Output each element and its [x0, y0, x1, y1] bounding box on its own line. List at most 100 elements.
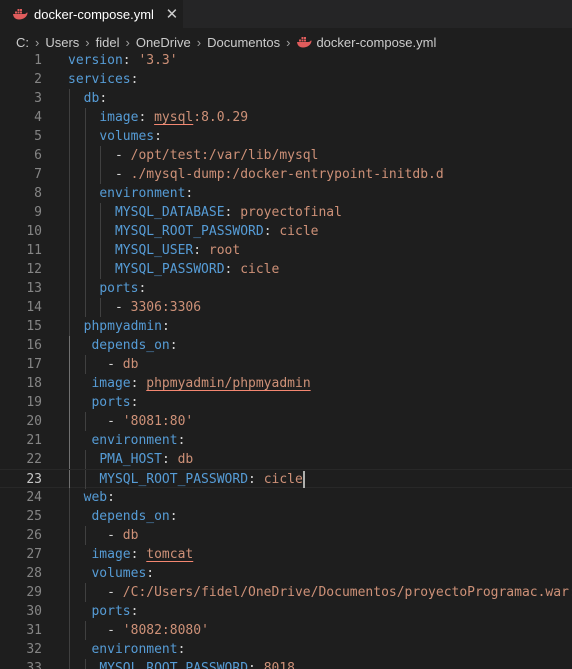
- code-punctuation: :: [130, 547, 147, 562]
- code-line[interactable]: 19 ports:: [0, 393, 572, 412]
- code-text: ports:: [68, 602, 138, 621]
- code-punctuation: -: [68, 623, 123, 638]
- code-line[interactable]: 10 MYSQL_ROOT_PASSWORD: cicle: [0, 222, 572, 241]
- line-number: 1: [34, 53, 42, 68]
- code-line[interactable]: 31 - '8082:8080': [0, 621, 572, 640]
- yaml-key: depends_on: [91, 509, 170, 524]
- line-number: 9: [34, 205, 42, 220]
- tab-title: docker-compose.yml: [34, 6, 154, 22]
- indent-guide: [100, 146, 102, 165]
- code-line[interactable]: 29 - /C:/Users/fidel/OneDrive/Documentos…: [0, 583, 572, 602]
- code-text: image: mysql:8.0.29: [68, 108, 248, 127]
- code-line[interactable]: 1 version: '3.3': [0, 51, 572, 70]
- code-line[interactable]: 6 - /opt/test:/var/lib/mysql: [0, 146, 572, 165]
- code-punctuation: [68, 338, 91, 353]
- text-cursor: [302, 471, 305, 488]
- code-text: ports:: [68, 279, 146, 298]
- line-number: 17: [26, 357, 42, 372]
- code-line[interactable]: 33 MYSQL_ROOT_PASSWORD: 8018: [0, 659, 572, 669]
- indent-guide: [84, 165, 86, 184]
- code-punctuation: [68, 395, 91, 410]
- code-line[interactable]: 23 MYSQL_ROOT_PASSWORD: cicle: [0, 469, 572, 489]
- code-line[interactable]: 12 MYSQL_PASSWORD: cicle: [0, 260, 572, 279]
- yaml-value: '3.3': [138, 53, 178, 68]
- breadcrumb-segment[interactable]: OneDrive: [136, 35, 191, 50]
- breadcrumb: C: › Users › fidel › OneDrive › Documentos › dock…: [0, 31, 572, 53]
- code-text: environment:: [68, 431, 185, 450]
- indent-guide: [84, 355, 86, 374]
- line-number: 26: [26, 528, 42, 543]
- code-line[interactable]: 4 image: mysql:8.0.29: [0, 108, 572, 127]
- code-line[interactable]: 2 services:: [0, 70, 572, 89]
- code-punctuation: :: [138, 110, 155, 125]
- code-punctuation: [68, 604, 91, 619]
- code-line[interactable]: 16 depends_on:: [0, 336, 572, 355]
- code-editor[interactable]: 1 version: '3.3' 2 services: 3 db: 4 image: m…: [0, 51, 572, 669]
- code-line[interactable]: 20 - '8081:80': [0, 412, 572, 431]
- code-line[interactable]: 17 - db: [0, 355, 572, 374]
- code-punctuation: :: [177, 642, 186, 657]
- line-number: 20: [26, 414, 42, 429]
- line-number: 31: [26, 623, 42, 638]
- code-line[interactable]: 26 - db: [0, 526, 572, 545]
- yaml-key: version: [68, 53, 123, 68]
- line-number: 19: [26, 395, 42, 410]
- code-line[interactable]: 27 image: tomcat: [0, 545, 572, 564]
- line-number: 32: [26, 642, 42, 657]
- indent-guide: [69, 317, 70, 336]
- indent-guide: [84, 260, 86, 279]
- indent-guide: [69, 412, 70, 431]
- code-line[interactable]: 15 phpmyadmin:: [0, 317, 572, 336]
- code-line[interactable]: 22 PMA_HOST: db: [0, 450, 572, 469]
- line-number: 21: [26, 433, 42, 448]
- indent-guide: [69, 526, 70, 545]
- code-line[interactable]: 14 - 3306:3306: [0, 298, 572, 317]
- tab-docker-compose[interactable]: docker-compose.yml ✕: [0, 0, 183, 28]
- code-punctuation: [68, 433, 91, 448]
- yaml-value: 8018: [263, 661, 295, 669]
- breadcrumb-segment[interactable]: Users: [45, 35, 79, 50]
- code-text: - db: [68, 355, 138, 374]
- yaml-key: MYSQL_USER: [114, 243, 194, 258]
- indent-guide: [69, 583, 70, 602]
- code-punctuation: [68, 661, 99, 669]
- code-punctuation: [68, 642, 91, 657]
- breadcrumb-segment[interactable]: fidel: [96, 35, 120, 50]
- breadcrumb-segment[interactable]: docker-compose.yml: [316, 35, 436, 50]
- indent-guide: [84, 298, 86, 317]
- line-number: 22: [26, 452, 42, 467]
- code-punctuation: :: [130, 395, 139, 410]
- indent-guide: [69, 640, 70, 659]
- code-line[interactable]: 9 MYSQL_DATABASE: proyectofinal: [0, 203, 572, 222]
- yaml-key: MYSQL_PASSWORD: [114, 262, 225, 277]
- code-line[interactable]: 24 web:: [0, 488, 572, 507]
- code-line[interactable]: 3 db:: [0, 89, 572, 108]
- indent-guide: [69, 431, 70, 450]
- code-line[interactable]: 11 MYSQL_USER: root: [0, 241, 572, 260]
- indent-guide: [84, 470, 86, 489]
- code-line[interactable]: 13 ports:: [0, 279, 572, 298]
- code-line[interactable]: 30 ports:: [0, 602, 572, 621]
- code-line[interactable]: 5 volumes:: [0, 127, 572, 146]
- yaml-value: proyectofinal: [240, 205, 342, 220]
- breadcrumb-segment[interactable]: Documentos: [207, 35, 280, 50]
- close-icon[interactable]: ✕: [164, 7, 180, 22]
- code-text: - db: [68, 526, 138, 545]
- code-line[interactable]: 21 environment:: [0, 431, 572, 450]
- code-line[interactable]: 25 depends_on:: [0, 507, 572, 526]
- line-number: 29: [26, 585, 42, 600]
- indent-guide: [69, 127, 70, 146]
- code-line[interactable]: 28 volumes:: [0, 564, 572, 583]
- yaml-value: cicle: [279, 224, 319, 239]
- breadcrumb-segment[interactable]: C:: [16, 35, 29, 50]
- code-line[interactable]: 7 - ./mysql-dump:/docker-entrypoint-init…: [0, 165, 572, 184]
- yaml-key: services: [68, 72, 131, 87]
- code-line[interactable]: 8 environment:: [0, 184, 572, 203]
- code-punctuation: :: [161, 452, 178, 467]
- code-line[interactable]: 18 image: phpmyadmin/phpmyadmin: [0, 374, 572, 393]
- line-number: 25: [26, 509, 42, 524]
- indent-guide: [100, 298, 102, 317]
- code-line[interactable]: 32 environment:: [0, 640, 572, 659]
- indent-guide: [69, 602, 70, 621]
- code-punctuation: [68, 186, 99, 201]
